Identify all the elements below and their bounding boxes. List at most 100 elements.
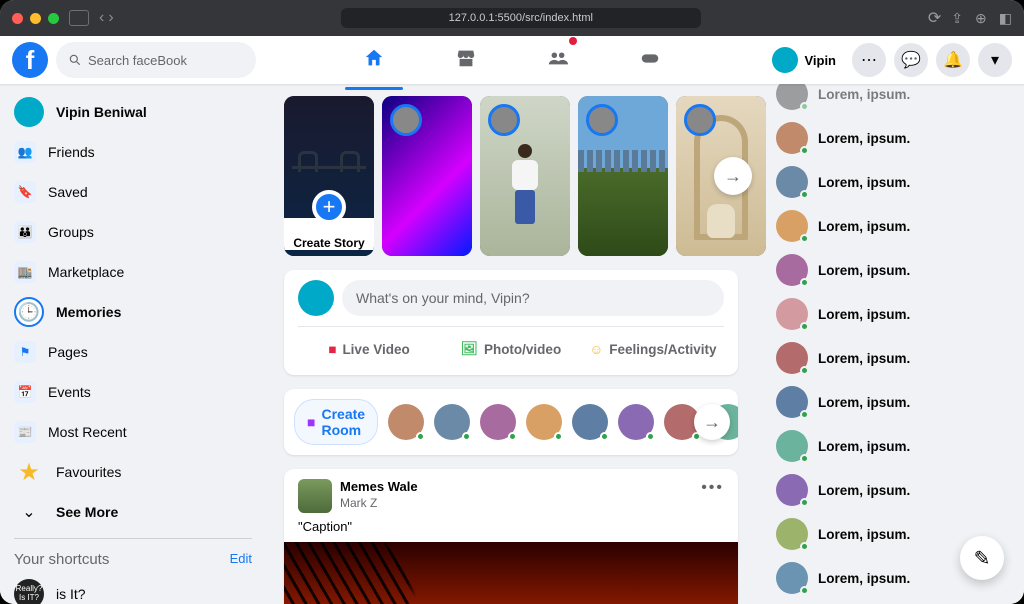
- create-story[interactable]: Create Story +: [284, 96, 374, 256]
- minimize-window-icon[interactable]: [30, 13, 41, 24]
- create-room-button[interactable]: ■ Create Room: [294, 399, 378, 445]
- reload-icon[interactable]: ⟳: [928, 8, 941, 28]
- search-placeholder: Search faceBook: [88, 53, 187, 68]
- tab-marketplace[interactable]: [455, 39, 477, 82]
- tab-groups[interactable]: [547, 39, 569, 82]
- menu-button[interactable]: ⋯: [852, 43, 886, 77]
- sidebar-item-label: Marketplace: [48, 264, 124, 280]
- avatar-icon: [776, 518, 808, 550]
- room-contact[interactable]: [480, 404, 516, 440]
- photo-video-button[interactable]: 🖼Photo/video: [440, 333, 582, 365]
- tabs-icon[interactable]: ◧: [999, 10, 1012, 27]
- marketplace-icon: [455, 47, 477, 69]
- room-contact[interactable]: [572, 404, 608, 440]
- search-input[interactable]: Search faceBook: [56, 42, 256, 78]
- live-label: Live Video: [342, 342, 409, 357]
- maximize-window-icon[interactable]: [48, 13, 59, 24]
- sidebar-item-groups[interactable]: 👪Groups: [6, 212, 260, 252]
- share-icon[interactable]: ⇪: [951, 10, 963, 27]
- site-header: f Search faceBook Vipin: [0, 36, 1024, 84]
- contact-row[interactable]: Lorem, ipsum.: [768, 336, 1018, 380]
- address-bar[interactable]: 127.0.0.1:5500/src/index.html: [341, 8, 701, 28]
- contact-row[interactable]: Lorem, ipsum.: [768, 600, 1018, 604]
- window-controls[interactable]: [12, 13, 59, 24]
- sidebar-item-marketplace[interactable]: 🏬Marketplace: [6, 252, 260, 292]
- sidebar-item-label: Saved: [48, 184, 88, 200]
- contact-row[interactable]: Lorem, ipsum.: [768, 160, 1018, 204]
- notifications-button[interactable]: 🔔: [936, 43, 970, 77]
- sidebar-item-memories[interactable]: 🕒Memories: [6, 292, 260, 332]
- chevron-down-icon: ▾: [991, 50, 999, 70]
- left-sidebar: Vipin Beniwal 👥Friends 🔖 Saved 👪Groups 🏬M…: [0, 84, 266, 604]
- sidebar-item-pages[interactable]: ⚑Pages: [6, 332, 260, 372]
- new-tab-icon[interactable]: ⊕: [975, 10, 987, 27]
- contact-row[interactable]: Lorem, ipsum.: [768, 292, 1018, 336]
- sidebar-item-label: Favourites: [56, 464, 121, 480]
- shortcuts-edit-link[interactable]: Edit: [230, 551, 252, 568]
- sidebar-item-friends[interactable]: 👥Friends: [6, 132, 260, 172]
- account-button[interactable]: ▾: [978, 43, 1012, 77]
- facebook-logo-icon[interactable]: f: [12, 42, 48, 78]
- online-dot-icon: [800, 542, 809, 551]
- contact-name: Lorem, ipsum.: [818, 439, 910, 454]
- create-room-label: Create Room: [321, 406, 365, 438]
- online-dot-icon: [800, 322, 809, 331]
- contact-row[interactable]: Lorem, ipsum.: [768, 204, 1018, 248]
- browser-back-icon[interactable]: ‹: [99, 9, 104, 27]
- contact-row[interactable]: Lorem, ipsum.: [768, 248, 1018, 292]
- stories-next-button[interactable]: →: [714, 157, 752, 195]
- sidebar-profile[interactable]: Vipin Beniwal: [6, 92, 260, 132]
- contact-row[interactable]: Lorem, ipsum.: [768, 468, 1018, 512]
- sidebar-toggle-icon[interactable]: [69, 10, 89, 26]
- composer-input[interactable]: What's on your mind, Vipin?: [342, 280, 724, 316]
- live-video-button[interactable]: ■Live Video: [298, 333, 440, 365]
- contact-row[interactable]: Lorem, ipsum.: [768, 380, 1018, 424]
- story-item[interactable]: [480, 96, 570, 256]
- online-dot-icon: [800, 146, 809, 155]
- post-author[interactable]: Memes Wale: [340, 479, 418, 496]
- recent-icon: 📰: [14, 421, 36, 443]
- story-item[interactable]: [382, 96, 472, 256]
- room-contact[interactable]: [434, 404, 470, 440]
- search-icon: [68, 53, 82, 67]
- profile-chip[interactable]: Vipin: [769, 44, 844, 76]
- tab-home[interactable]: [363, 39, 385, 82]
- messenger-button[interactable]: 💬: [894, 43, 928, 77]
- composer-placeholder: What's on your mind, Vipin?: [356, 290, 530, 306]
- contact-name: Lorem, ipsum.: [818, 571, 910, 586]
- room-contact[interactable]: [388, 404, 424, 440]
- sidebar-item-recent[interactable]: 📰Most Recent: [6, 412, 260, 452]
- sidebar-item-favourites[interactable]: ★ Favourites: [6, 452, 260, 492]
- sidebar-item-label: Events: [48, 384, 91, 400]
- room-contact[interactable]: [618, 404, 654, 440]
- saved-icon: 🔖: [14, 181, 36, 203]
- composer: What's on your mind, Vipin? ■Live Video …: [284, 270, 738, 375]
- messenger-icon: 💬: [901, 50, 921, 70]
- tab-gaming[interactable]: [639, 39, 661, 82]
- contact-row[interactable]: Lorem, ipsum.: [768, 116, 1018, 160]
- sidebar-item-saved[interactable]: 🔖 Saved: [6, 172, 260, 212]
- contact-row[interactable]: Lorem, ipsum.: [768, 424, 1018, 468]
- contact-name: Lorem, ipsum.: [818, 219, 910, 234]
- contact-name: Lorem, ipsum.: [818, 351, 910, 366]
- rooms-next-button[interactable]: →: [694, 404, 730, 440]
- story-item[interactable]: [578, 96, 668, 256]
- post-subtitle[interactable]: Mark Z: [340, 496, 418, 512]
- shortcut-item[interactable]: Really?Is IT?is It?: [6, 574, 260, 604]
- contact-name: Lorem, ipsum.: [818, 527, 910, 542]
- post-image[interactable]: [284, 542, 738, 604]
- new-message-button[interactable]: ✎: [960, 536, 1004, 580]
- feeling-button[interactable]: ☺Feelings/Activity: [582, 333, 724, 365]
- sidebar-see-more[interactable]: ⌄See More: [6, 492, 260, 532]
- post-menu-button[interactable]: •••: [701, 479, 724, 497]
- close-window-icon[interactable]: [12, 13, 23, 24]
- browser-forward-icon[interactable]: ›: [108, 9, 113, 27]
- contacts-panel: Lorem, ipsum. Lorem, ipsum. Lorem, ipsum…: [766, 84, 1024, 604]
- contact-row[interactable]: Lorem, ipsum.: [768, 84, 1018, 116]
- sidebar-item-events[interactable]: 📅Events: [6, 372, 260, 412]
- post-avatar-icon[interactable]: [298, 479, 332, 513]
- groups-icon: [547, 47, 569, 69]
- room-contact[interactable]: [526, 404, 562, 440]
- star-icon: ★: [14, 457, 44, 487]
- photo-label: Photo/video: [484, 342, 561, 357]
